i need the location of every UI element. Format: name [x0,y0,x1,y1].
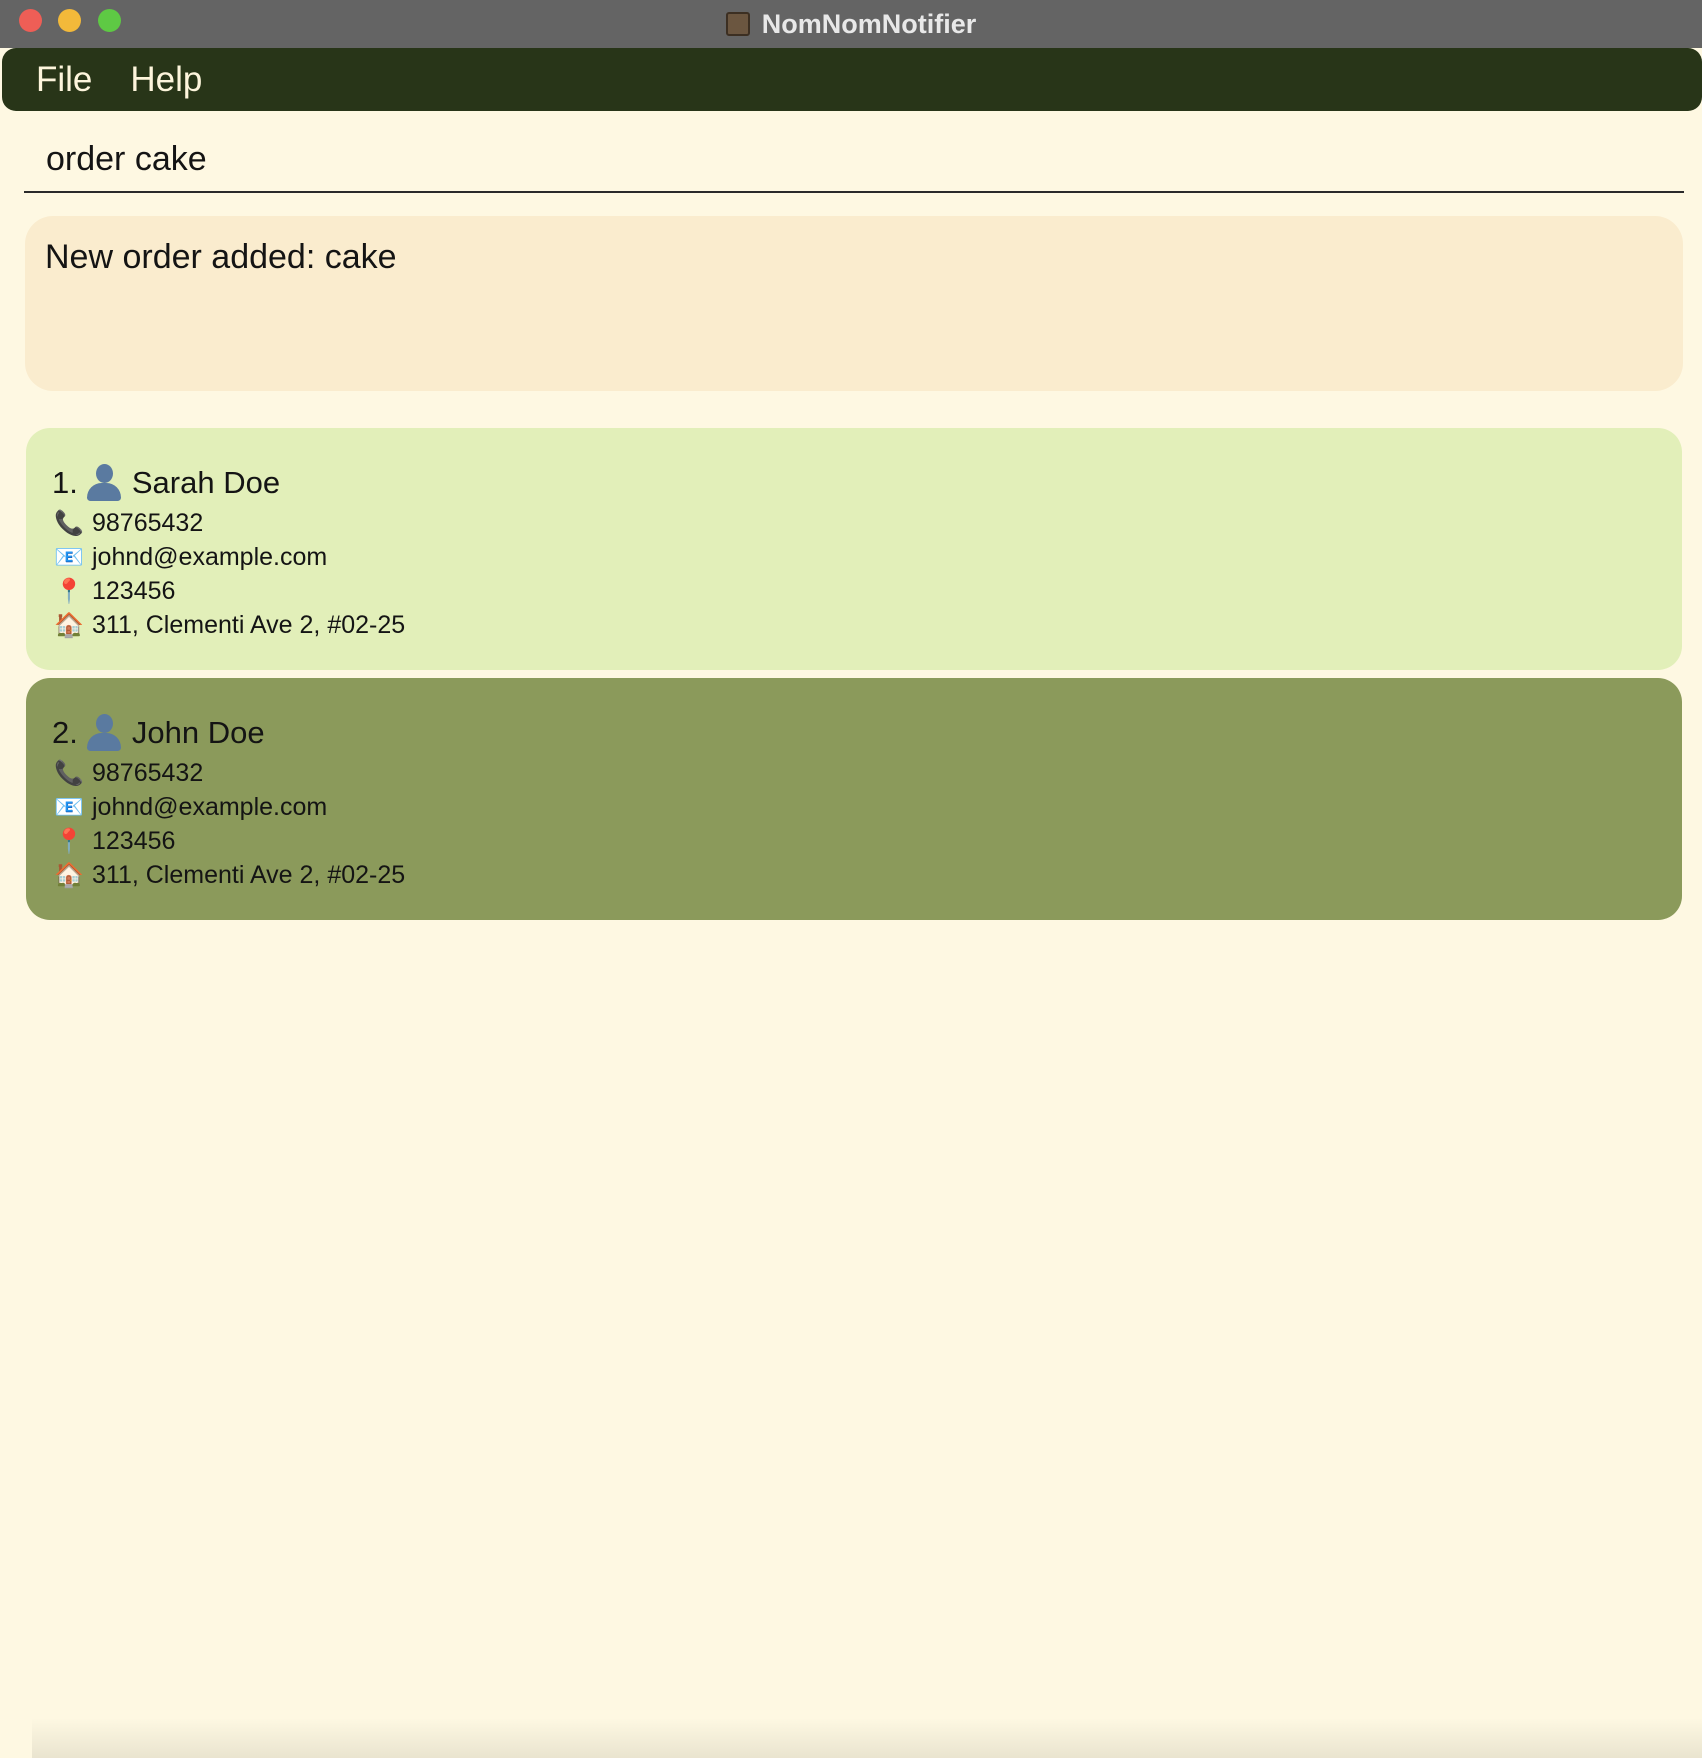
menu-bar: File Help [2,48,1702,111]
contact-name: John Doe [131,715,265,750]
contact-phone-row: 📞 98765432 [52,756,1656,790]
result-display: New order added: cake [25,216,1683,391]
contact-address: 311, Clementi Ave 2, #02-25 [92,610,406,639]
command-input[interactable] [44,139,1684,180]
contact-email: johnd@example.com [92,542,328,571]
command-box [24,128,1684,193]
house-icon: 🏠 [54,611,84,639]
app-window: File Help New order added: cake 1. Sarah… [2,48,1702,1758]
contact-address: 311, Clementi Ave 2, #02-25 [92,860,406,889]
contact-name: Sarah Doe [131,465,281,500]
contact-postal: 123456 [92,576,176,605]
bottom-shadow [32,1718,1702,1758]
phone-icon: 📞 [54,759,84,787]
house-icon: 🏠 [54,861,84,889]
contact-list[interactable]: 1. Sarah Doe 📞 98765432 📧 johnd@example.… [26,428,1682,928]
close-window-button[interactable] [19,9,42,32]
contact-index: 2. [52,715,78,750]
person-icon [84,464,124,502]
contact-address-row: 🏠 311, Clementi Ave 2, #02-25 [52,858,1656,892]
person-icon [84,714,124,752]
contact-postal: 123456 [92,826,176,855]
contact-email-row: 📧 johnd@example.com [52,790,1656,824]
contact-postal-row: 📍 123456 [52,824,1656,858]
contact-card[interactable]: 1. Sarah Doe 📞 98765432 📧 johnd@example.… [26,428,1682,670]
email-icon: 📧 [54,543,84,571]
contact-phone: 98765432 [92,508,204,537]
pin-icon: 📍 [54,827,84,855]
phone-icon: 📞 [54,509,84,537]
menu-file[interactable]: File [36,60,92,100]
contact-index: 1. [52,465,78,500]
window-titlebar: NomNomNotifier [0,0,1702,48]
contact-postal-row: 📍 123456 [52,574,1656,608]
pin-icon: 📍 [54,577,84,605]
contact-phone-row: 📞 98765432 [52,506,1656,540]
contact-name-row: 1. Sarah Doe [52,462,1656,504]
contact-email-row: 📧 johnd@example.com [52,540,1656,574]
result-message: New order added: cake [45,238,397,276]
contact-name-row: 2. John Doe [52,712,1656,754]
menu-help[interactable]: Help [130,60,202,100]
maximize-window-button[interactable] [98,9,121,32]
minimize-window-button[interactable] [58,9,81,32]
email-icon: 📧 [54,793,84,821]
contact-card-selected[interactable]: 2. John Doe 📞 98765432 📧 johnd@example.c… [26,678,1682,920]
contact-email: johnd@example.com [92,792,328,821]
window-title: NomNomNotifier [761,8,977,39]
app-icon [725,12,750,36]
contact-address-row: 🏠 311, Clementi Ave 2, #02-25 [52,608,1656,642]
contact-phone: 98765432 [92,758,204,787]
